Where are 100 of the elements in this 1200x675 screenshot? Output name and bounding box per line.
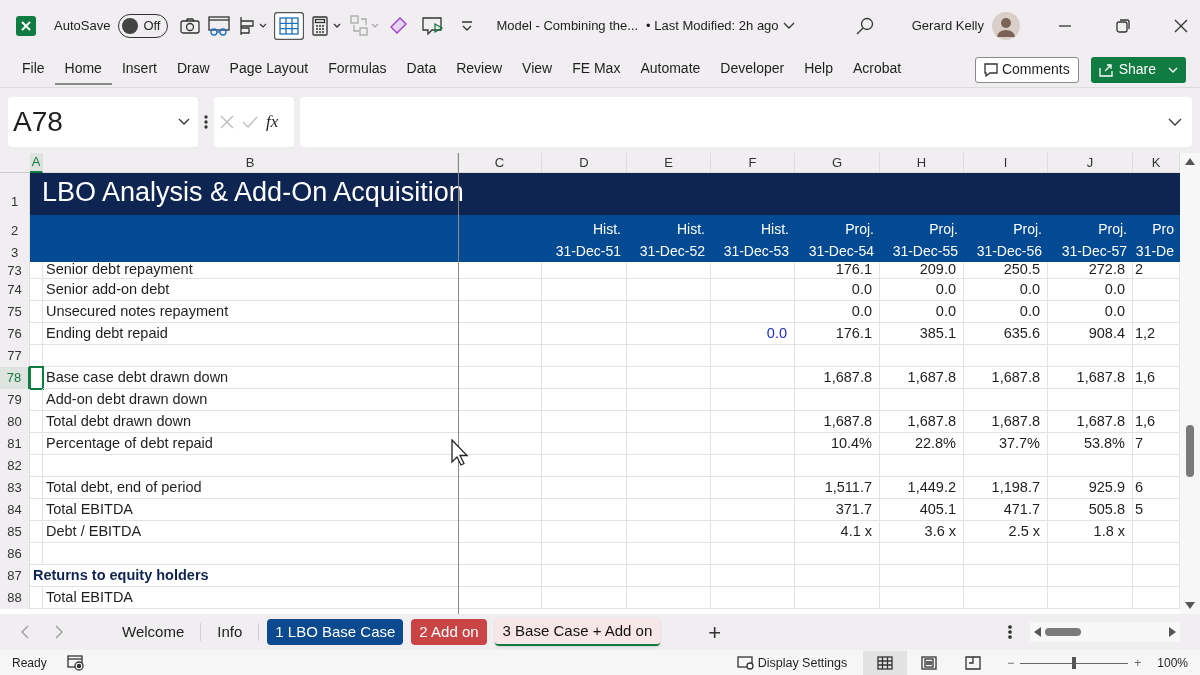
search-icon[interactable]: [855, 17, 874, 35]
vertical-scrollbar[interactable]: [1180, 153, 1200, 614]
table-cell[interactable]: [30, 521, 43, 543]
zoom-out-button[interactable]: −: [1007, 654, 1015, 672]
selected-cell[interactable]: [30, 367, 43, 389]
ribbon-tab[interactable]: File: [12, 54, 55, 85]
document-title[interactable]: Model - Combining the...: [496, 16, 639, 36]
row-header[interactable]: 80: [0, 411, 30, 433]
eraser-icon[interactable]: [388, 16, 409, 36]
ribbon-tab[interactable]: Home: [54, 54, 112, 85]
row-header[interactable]: 84: [0, 499, 30, 521]
sheet-tab[interactable]: 3 Base Case + Add on: [494, 618, 661, 646]
glasses-document-icon[interactable]: [208, 16, 231, 36]
ribbon-tab[interactable]: FE Max: [562, 54, 631, 85]
ribbon-tab[interactable]: Help: [794, 54, 843, 85]
ribbon-tab[interactable]: Developer: [710, 54, 795, 85]
scroll-left-icon[interactable]: [1033, 627, 1041, 637]
ribbon-tab[interactable]: View: [512, 54, 563, 85]
sheet-tab[interactable]: 2 Add on: [411, 619, 487, 645]
column-header[interactable]: B: [43, 153, 458, 173]
row-header[interactable]: 88: [0, 587, 30, 609]
scroll-right-icon[interactable]: [1169, 627, 1177, 637]
table-cell[interactable]: [30, 389, 43, 411]
zoom-in-button[interactable]: +: [1134, 654, 1142, 672]
avatar-icon[interactable]: [992, 12, 1020, 40]
ribbon-tab[interactable]: Formulas: [318, 54, 397, 85]
row-header[interactable]: 77: [0, 345, 30, 367]
presenter-icon[interactable]: [422, 16, 445, 36]
table-cell[interactable]: [30, 411, 43, 433]
table-cell[interactable]: [30, 543, 43, 565]
column-header[interactable]: G: [795, 153, 880, 173]
column-header[interactable]: A: [30, 153, 43, 173]
zoom-thumb[interactable]: [1072, 657, 1077, 669]
column-header[interactable]: H: [880, 153, 964, 173]
column-header[interactable]: D: [542, 153, 627, 173]
table-cell[interactable]: [30, 477, 43, 499]
column-header[interactable]: C: [458, 153, 542, 173]
row-header[interactable]: 3: [0, 240, 30, 262]
column-header[interactable]: I: [964, 153, 1048, 173]
sheet-tab[interactable]: Welcome: [114, 619, 193, 645]
horizontal-scrollbar[interactable]: [1030, 622, 1180, 642]
row-header[interactable]: 79: [0, 389, 30, 411]
more-options-icon[interactable]: [1008, 625, 1012, 639]
scroll-up-icon[interactable]: [1185, 157, 1195, 165]
chevron-down-icon[interactable]: [782, 22, 795, 30]
column-header[interactable]: E: [627, 153, 711, 173]
row-header[interactable]: 1: [0, 173, 30, 215]
formula-input[interactable]: [300, 97, 1192, 147]
excel-logo-icon[interactable]: [16, 16, 36, 36]
ribbon-tab[interactable]: Review: [446, 54, 513, 85]
sheet-tab[interactable]: Info: [209, 619, 251, 645]
share-button[interactable]: Share: [1090, 56, 1186, 83]
row-header[interactable]: 74: [0, 279, 30, 301]
row-header[interactable]: 87: [0, 565, 30, 587]
row-header[interactable]: 75: [0, 301, 30, 323]
insert-function-button[interactable]: fx: [266, 109, 279, 135]
table-cell[interactable]: [30, 499, 43, 521]
row-header[interactable]: 78: [0, 367, 30, 389]
close-icon[interactable]: [1174, 19, 1188, 33]
table-cell[interactable]: [30, 587, 43, 609]
column-header[interactable]: F: [711, 153, 795, 173]
row-header[interactable]: 2: [0, 215, 30, 240]
table-cell[interactable]: [30, 433, 43, 455]
add-sheet-button[interactable]: +: [708, 615, 722, 649]
scroll-thumb[interactable]: [1045, 628, 1081, 636]
row-header[interactable]: 85: [0, 521, 30, 543]
grid-table-icon[interactable]: [274, 12, 305, 40]
table-cell[interactable]: [30, 455, 43, 477]
column-header[interactable]: J: [1048, 153, 1133, 173]
user-name[interactable]: Gerard Kelly: [911, 16, 984, 36]
row-header[interactable]: 76: [0, 323, 30, 345]
last-modified[interactable]: • Last Modified: 2h ago: [646, 16, 779, 36]
ribbon-tab[interactable]: Data: [396, 54, 447, 85]
ribbon-tab[interactable]: Automate: [630, 54, 711, 85]
row-header[interactable]: 81: [0, 433, 30, 455]
table-cell[interactable]: [30, 279, 43, 301]
row-header[interactable]: 86: [0, 543, 30, 565]
sheet-tab[interactable]: 1 LBO Base Case: [267, 619, 404, 645]
scroll-down-icon[interactable]: [1185, 602, 1195, 610]
zoom-slider[interactable]: [1020, 657, 1129, 669]
normal-view-button[interactable]: [863, 651, 908, 675]
table-cell[interactable]: [30, 323, 43, 345]
comments-button[interactable]: Comments: [974, 56, 1079, 83]
column-header[interactable]: K: [1133, 153, 1180, 173]
customize-toolbar-icon[interactable]: [460, 19, 475, 33]
row-header[interactable]: 82: [0, 455, 30, 477]
ribbon-tab[interactable]: Draw: [166, 54, 220, 85]
table-cell[interactable]: [30, 262, 43, 279]
macro-recording-icon[interactable]: [66, 655, 85, 671]
ribbon-tab[interactable]: Insert: [111, 54, 167, 85]
calculator-icon[interactable]: [312, 16, 343, 36]
row-header[interactable]: 73: [0, 262, 30, 279]
name-box[interactable]: A78: [8, 97, 198, 147]
ribbon-tab[interactable]: Page Layout: [219, 54, 319, 85]
check-icon[interactable]: [242, 115, 258, 129]
row-header[interactable]: 83: [0, 477, 30, 499]
scroll-thumb[interactable]: [1186, 425, 1194, 477]
more-options-icon[interactable]: [204, 115, 208, 129]
display-settings-button[interactable]: Display Settings: [736, 653, 848, 673]
camera-icon[interactable]: [180, 17, 201, 35]
